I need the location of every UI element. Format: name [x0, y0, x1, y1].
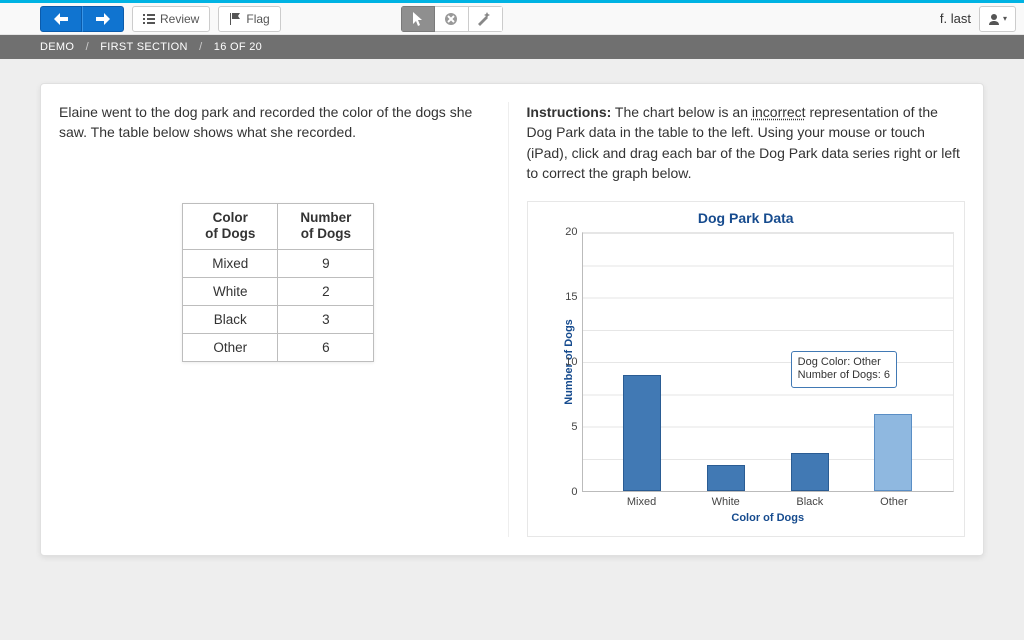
- chart-ytick: 15: [565, 291, 577, 303]
- chart-xtick: White: [707, 496, 745, 508]
- flag-icon: [229, 13, 241, 25]
- chart-yticks: 05101520: [556, 232, 582, 492]
- chart-bar[interactable]: [874, 414, 912, 491]
- question-panel: Elaine went to the dog park and recorded…: [59, 102, 508, 537]
- prev-button[interactable]: [40, 6, 82, 32]
- wand-icon: [478, 12, 492, 26]
- chart-container: Dog Park Data Number of Dogs 05101520 Do…: [527, 201, 966, 537]
- chart-xtick: Black: [791, 496, 829, 508]
- chart-ytick: 20: [565, 226, 577, 238]
- magic-tool[interactable]: [469, 6, 503, 32]
- breadcrumb-sep: /: [199, 41, 202, 53]
- nav-button-group: [40, 6, 124, 32]
- chart-bar[interactable]: [623, 375, 661, 491]
- chart-xtick: Mixed: [623, 496, 661, 508]
- breadcrumb: DEMO / FIRST SECTION / 16 OF 20: [0, 35, 1024, 59]
- next-button[interactable]: [82, 6, 124, 32]
- flag-label: Flag: [246, 12, 269, 26]
- breadcrumb-course: DEMO: [40, 41, 74, 53]
- tool-mode-group: [401, 6, 503, 32]
- question-prompt: Elaine went to the dog park and recorded…: [59, 102, 498, 143]
- breadcrumb-sep: /: [86, 41, 89, 53]
- chart-xlabel: Color of Dogs: [582, 512, 955, 524]
- content-card: Elaine went to the dog park and recorded…: [40, 83, 984, 556]
- table-row: Black3: [183, 306, 374, 334]
- user-menu-button[interactable]: ▾: [979, 6, 1016, 32]
- toolbar: Review Flag f. last ▾: [0, 3, 1024, 35]
- pointer-icon: [412, 12, 424, 26]
- review-button[interactable]: Review: [132, 6, 210, 32]
- table-row: Other6: [183, 334, 374, 362]
- table-row: Mixed9: [183, 250, 374, 278]
- instructions-label: Instructions:: [527, 104, 612, 120]
- erase-tool[interactable]: [435, 6, 469, 32]
- chart-xticks: Mixed White Black Other: [582, 492, 955, 508]
- breadcrumb-progress: 16 OF 20: [214, 41, 262, 53]
- table-row: White2: [183, 278, 374, 306]
- pointer-tool[interactable]: [401, 6, 435, 32]
- flag-button[interactable]: Flag: [218, 6, 280, 32]
- chart-ytick: 5: [571, 421, 577, 433]
- chart-ytick: 0: [571, 486, 577, 498]
- chart-bar[interactable]: [707, 465, 745, 491]
- review-label: Review: [160, 12, 199, 26]
- close-circle-icon: [444, 12, 458, 26]
- breadcrumb-section: FIRST SECTION: [100, 41, 187, 53]
- dog-data-table: Color of Dogs Number of Dogs Mixed9 Whit…: [182, 203, 374, 363]
- chart-plot-area: Dog Color: Other Number of Dogs: 6: [582, 232, 955, 492]
- instructions-panel: Instructions: The chart below is an inco…: [508, 102, 966, 537]
- user-name: f. last: [940, 11, 971, 26]
- caret-down-icon: ▾: [1003, 14, 1007, 23]
- arrow-left-icon: [54, 13, 68, 25]
- list-icon: [143, 14, 155, 24]
- chart-xtick: Other: [875, 496, 913, 508]
- chart-title: Dog Park Data: [538, 210, 955, 226]
- user-area: f. last ▾: [940, 6, 1016, 32]
- arrow-right-icon: [96, 13, 110, 25]
- table-header-color: Color of Dogs: [183, 203, 278, 250]
- chart-ytick: 10: [565, 356, 577, 368]
- chart-tooltip: Dog Color: Other Number of Dogs: 6: [791, 351, 897, 389]
- user-icon: [988, 13, 1000, 25]
- instructions-text: Instructions: The chart below is an inco…: [527, 102, 966, 183]
- table-header-number: Number of Dogs: [278, 203, 374, 250]
- incorrect-word: incorrect: [752, 104, 806, 120]
- chart-bar[interactable]: [791, 453, 829, 492]
